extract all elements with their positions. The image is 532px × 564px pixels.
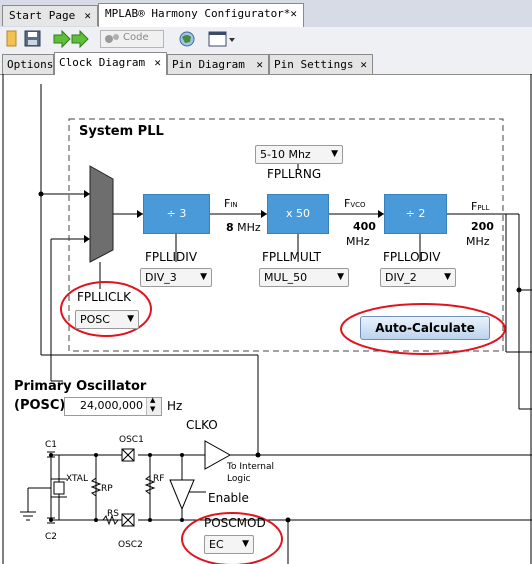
fvco-value: 400 xyxy=(353,220,376,233)
clko-label: CLKO xyxy=(186,418,218,432)
osc1-label: OSC1 xyxy=(119,435,144,445)
poscmod-label: POSCMOD xyxy=(204,516,266,530)
fpllicalk-value: POSC xyxy=(80,313,110,326)
posc-frequency-value: 24,000,000 xyxy=(80,399,143,412)
fpllmult-dropdown[interactable]: MUL_50 ▼ xyxy=(259,268,349,287)
xtal-label: XTAL xyxy=(66,474,88,484)
enable-label: Enable xyxy=(208,491,249,505)
fpllodiv-dropdown[interactable]: DIV_2 ▼ xyxy=(380,268,456,287)
posc-subtitle: (POSC) xyxy=(14,398,66,413)
to-internal-label: To Internal xyxy=(227,462,275,472)
chevron-down-icon: ▼ xyxy=(444,272,451,282)
chevron-down-icon: ▼ xyxy=(200,272,207,282)
fpllmult-label: FPLLMULT xyxy=(262,250,322,264)
fpllrng-label: FPLLRNG xyxy=(267,167,322,181)
poscmod-dropdown[interactable]: EC ▼ xyxy=(204,535,254,554)
fpll-label: FPLL xyxy=(471,200,490,213)
fpllrng-dropdown[interactable]: 5-10 Mhz ▼ xyxy=(255,145,343,164)
pll-input-mux xyxy=(89,165,114,263)
fpllicalk-label: FPLLICLK xyxy=(77,290,131,304)
fpllodiv-label: FPLLODIV xyxy=(383,250,441,264)
fpll-value: 200 xyxy=(471,220,494,233)
fin-value: 8 MHz xyxy=(226,221,261,234)
c2-label: C2 xyxy=(45,532,58,542)
pll-input-divider-block: ÷ 3 xyxy=(143,194,210,234)
c1-label: C1 xyxy=(45,440,58,450)
spinner-arrows-icon[interactable]: ▲ ▼ xyxy=(146,396,161,415)
pll-title: System PLL xyxy=(79,124,164,139)
posc-frequency-spinner[interactable]: 24,000,000 ▲ ▼ xyxy=(64,396,162,416)
auto-calculate-button[interactable]: Auto-Calculate xyxy=(360,316,490,340)
fpllodiv-value: DIV_2 xyxy=(385,271,417,284)
logic-label: Logic xyxy=(227,474,251,484)
chevron-down-icon: ▼ xyxy=(127,314,134,324)
fpllidiv-value: DIV_3 xyxy=(145,271,177,284)
pll-multiplier-block: x 50 xyxy=(267,194,329,234)
osc-enable-buffer xyxy=(169,479,195,511)
fvco-unit: MHz xyxy=(346,235,370,248)
fvco-label: FVCO xyxy=(344,197,366,210)
fpllidiv-label: FPLLIDIV xyxy=(145,250,198,264)
fpllicalk-dropdown[interactable]: POSC ▼ xyxy=(75,310,139,329)
osc2-label: OSC2 xyxy=(118,540,143,550)
fpllidiv-dropdown[interactable]: DIV_3 ▼ xyxy=(140,268,212,287)
posc-frequency-unit: Hz xyxy=(167,399,183,413)
fpll-unit: MHz xyxy=(466,235,490,248)
fpllmult-value: MUL_50 xyxy=(264,271,308,284)
chevron-down-icon: ▼ xyxy=(337,272,344,282)
poscmod-value: EC xyxy=(209,538,224,551)
fin-label: FIN xyxy=(224,197,238,210)
rf-label: RF xyxy=(153,474,165,484)
posc-title: Primary Oscillator xyxy=(14,379,147,394)
chevron-down-icon: ▼ xyxy=(331,149,338,159)
rp-label: RP xyxy=(101,484,113,494)
rs-label: RS xyxy=(107,509,119,519)
pll-output-divider-block: ÷ 2 xyxy=(384,194,447,234)
chevron-down-icon: ▼ xyxy=(242,539,249,549)
fpllrng-value: 5-10 Mhz xyxy=(260,148,311,161)
